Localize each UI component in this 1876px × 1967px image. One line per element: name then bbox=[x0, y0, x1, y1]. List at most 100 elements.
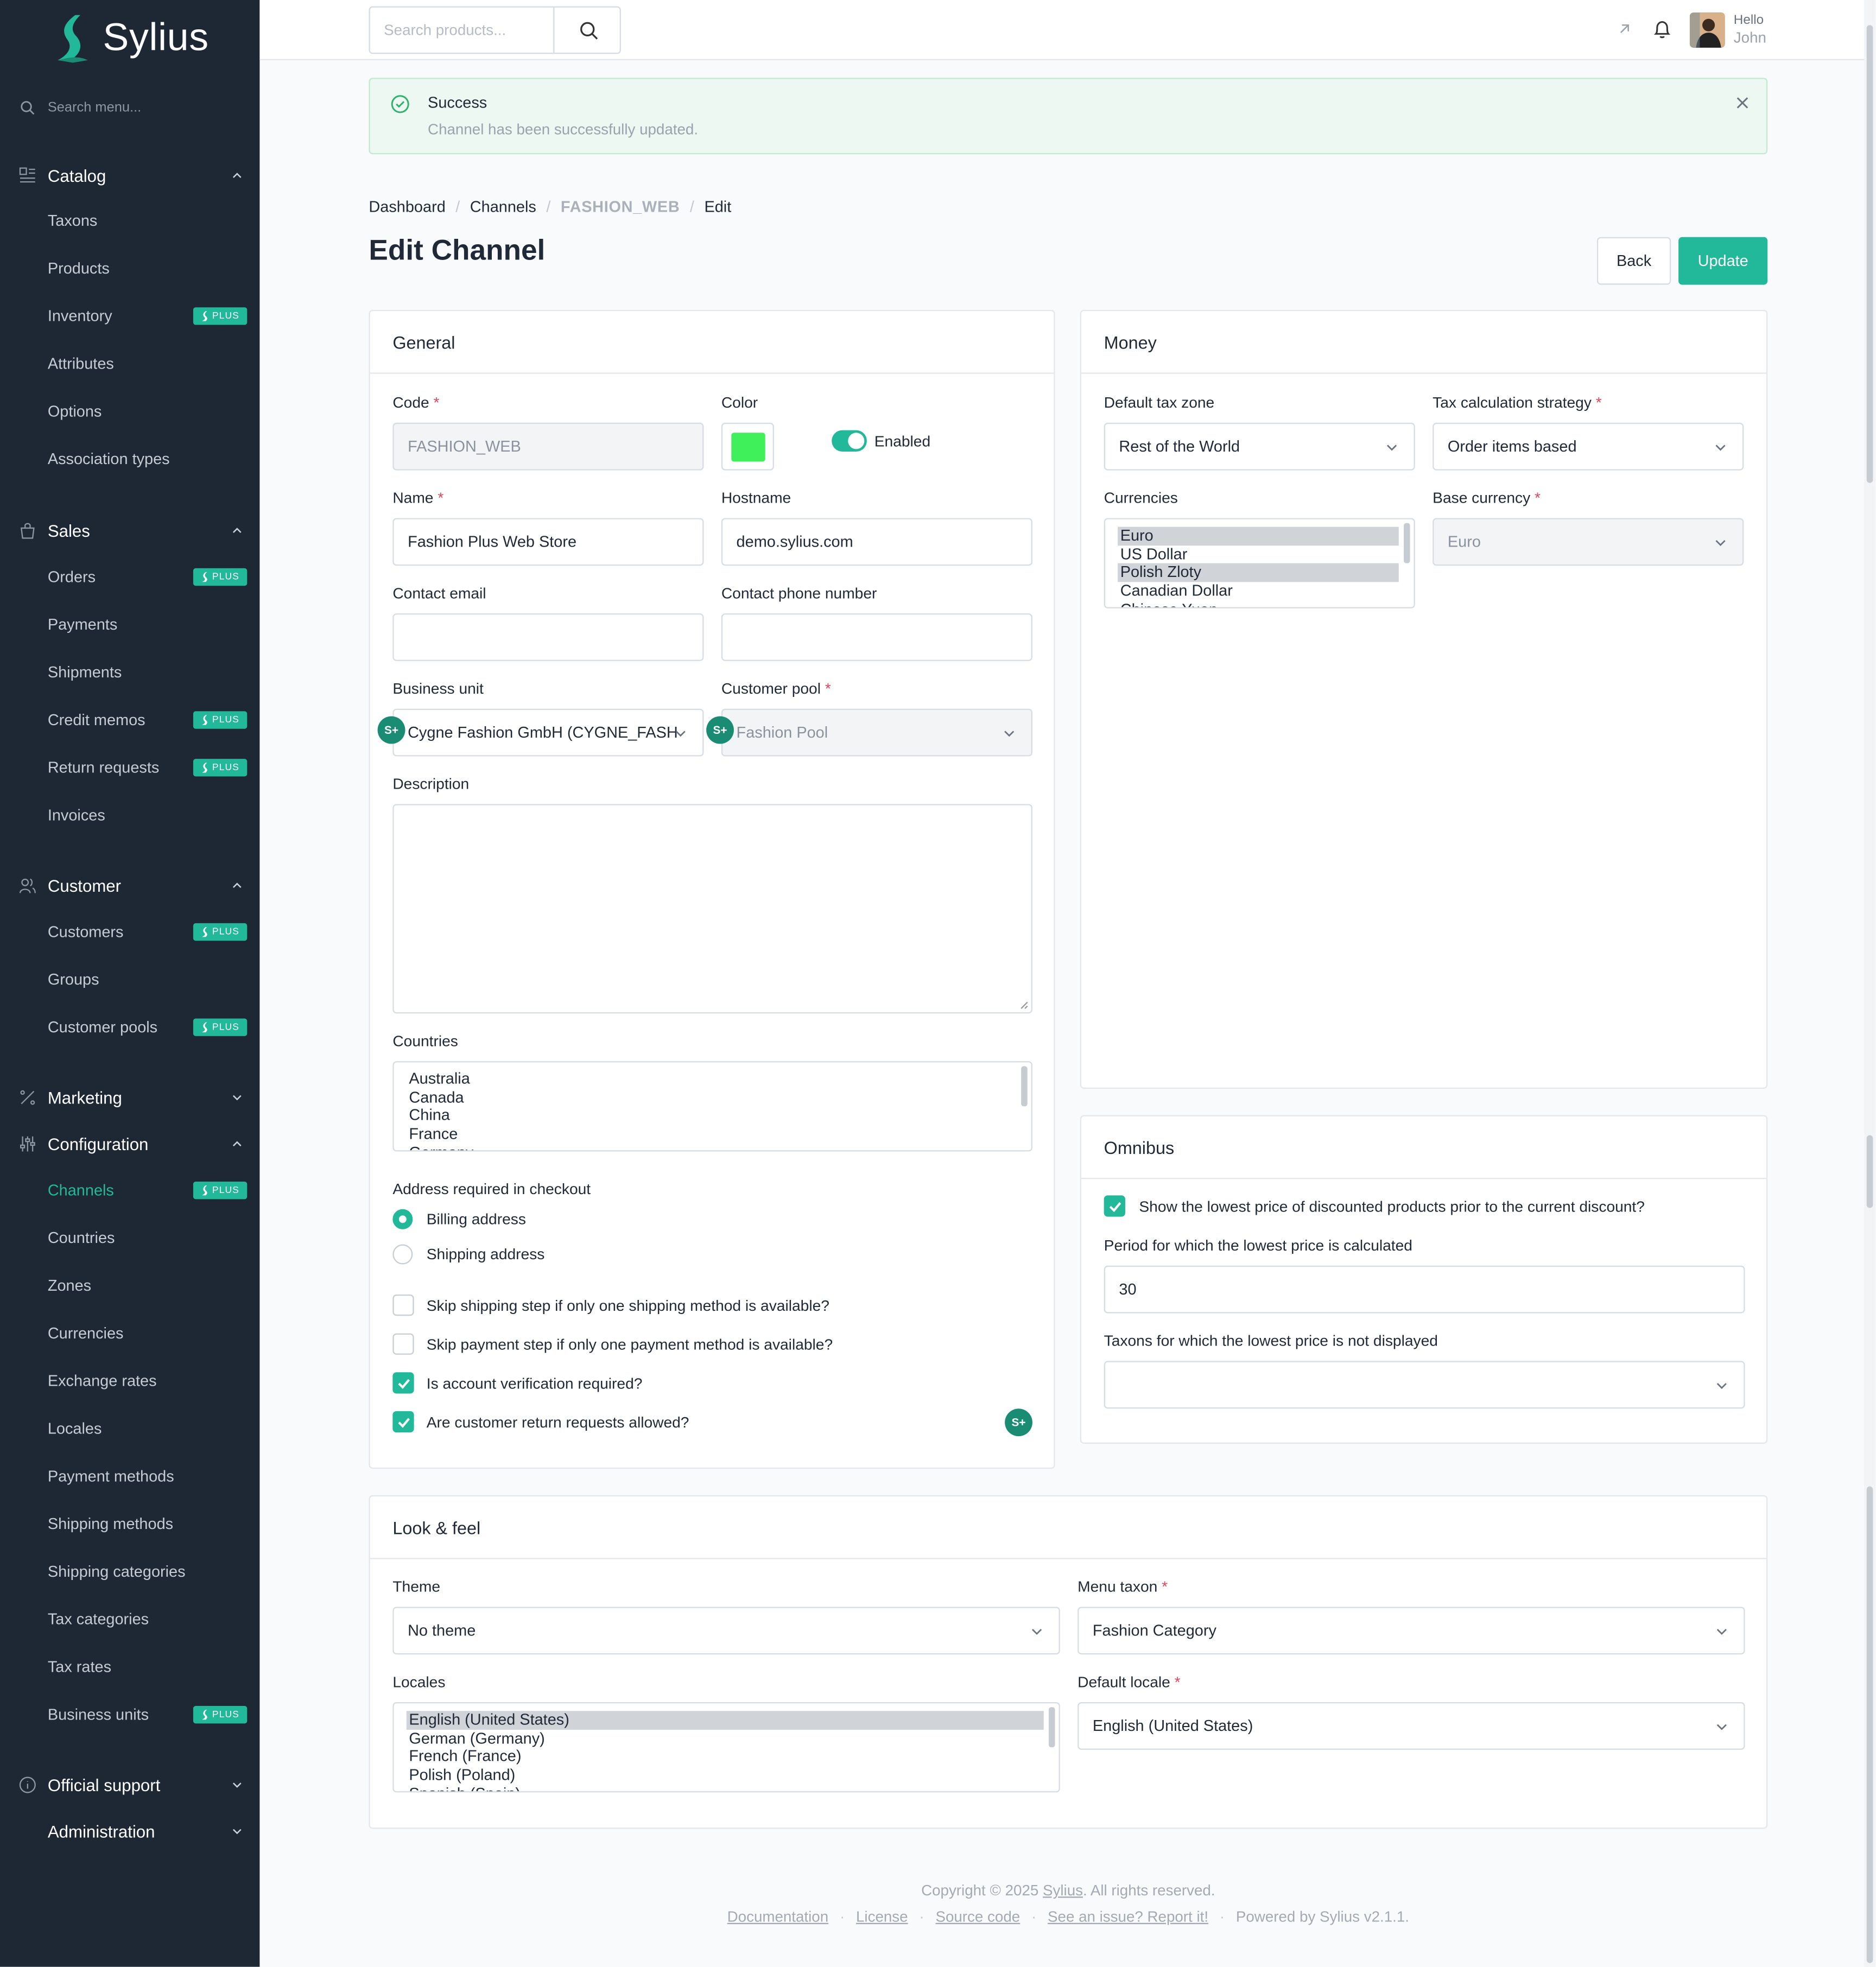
sidebar-item-exchange-rates[interactable]: Exchange rates bbox=[48, 1368, 249, 1393]
locales-listbox[interactable]: English (United States) German (Germany) F… bbox=[392, 1702, 1060, 1793]
listbox-scrollbar[interactable] bbox=[1021, 1066, 1028, 1107]
billing-address-radio[interactable] bbox=[392, 1209, 413, 1229]
countries-listbox[interactable]: AustraliaCanadaChinaFranceGermany bbox=[392, 1061, 1032, 1152]
scroll-thumb[interactable] bbox=[1866, 25, 1873, 483]
sidebar-item-shipping-categories[interactable]: Shipping categories bbox=[48, 1559, 249, 1584]
sidebar-item-credit-memos[interactable]: Credit memos PLUS bbox=[48, 707, 249, 732]
update-button[interactable]: Update bbox=[1678, 237, 1768, 285]
sidebar-item-products[interactable]: Products bbox=[48, 256, 249, 281]
locale-option[interactable]: English (United States) bbox=[406, 1711, 1044, 1730]
sidebar-item-customer-pools[interactable]: Customer pools PLUS bbox=[48, 1015, 249, 1040]
external-link-icon[interactable] bbox=[1617, 21, 1632, 36]
bell-icon[interactable] bbox=[1652, 19, 1672, 40]
sidebar-item-return-requests[interactable]: Return requests PLUS bbox=[48, 755, 249, 780]
business-unit-select[interactable]: Cygne Fashion GmbH (CYGNE_FASH bbox=[392, 708, 704, 757]
currency-option[interactable]: Canadian Dollar bbox=[1105, 582, 1399, 600]
sidebar-section-customer[interactable]: Customer bbox=[0, 870, 259, 902]
country-option[interactable]: Germany bbox=[394, 1144, 1016, 1150]
sidebar-item-payments[interactable]: Payments bbox=[48, 612, 249, 637]
checkbox[interactable] bbox=[392, 1372, 414, 1394]
sidebar-item-attributes[interactable]: Attributes bbox=[48, 351, 249, 376]
currency-option[interactable]: US Dollar bbox=[1105, 545, 1399, 564]
locale-option[interactable]: French (France) bbox=[394, 1748, 1044, 1766]
tax-strategy-select[interactable]: Order items based bbox=[1433, 422, 1744, 471]
currencies-listbox[interactable]: Euro US Dollar Polish Zloty Canadian Dollar… bbox=[1104, 518, 1415, 608]
locale-option[interactable]: Polish (Poland) bbox=[394, 1766, 1044, 1785]
menu-taxon-select[interactable]: Fashion Category bbox=[1078, 1607, 1745, 1655]
checkbox[interactable] bbox=[392, 1411, 414, 1433]
back-button[interactable]: Back bbox=[1596, 237, 1671, 285]
checkbox[interactable] bbox=[392, 1333, 414, 1355]
source-code-link[interactable]: Source code bbox=[935, 1908, 1020, 1925]
sidebar-item-countries[interactable]: Countries bbox=[48, 1226, 249, 1251]
country-option[interactable]: France bbox=[394, 1125, 1016, 1144]
sylius-logo[interactable]: Sylius bbox=[50, 12, 208, 63]
theme-select[interactable]: No theme bbox=[392, 1607, 1060, 1655]
customer-pool-select[interactable]: Fashion Pool bbox=[721, 708, 1032, 757]
show-lowest-price-checkbox[interactable] bbox=[1104, 1195, 1125, 1217]
hostname-field[interactable]: demo.sylius.com bbox=[721, 518, 1032, 566]
sidebar-item-tax-rates[interactable]: Tax rates bbox=[48, 1654, 249, 1679]
enabled-toggle[interactable] bbox=[832, 430, 867, 452]
currency-option[interactable]: Polish Zloty bbox=[1118, 563, 1399, 582]
scroll-thumb[interactable] bbox=[1866, 1135, 1873, 1208]
sidebar-item-shipments[interactable]: Shipments bbox=[48, 660, 249, 685]
base-currency-select[interactable]: Euro bbox=[1433, 518, 1744, 566]
breadcrumb-dashboard[interactable]: Dashboard bbox=[369, 198, 445, 215]
locale-option[interactable]: German (Germany) bbox=[394, 1729, 1044, 1748]
breadcrumb-channels[interactable]: Channels bbox=[470, 198, 536, 215]
country-option[interactable]: China bbox=[394, 1107, 1016, 1125]
sylius-link[interactable]: Sylius bbox=[1043, 1882, 1083, 1899]
locale-option[interactable]: Spanish (Spain) bbox=[394, 1785, 1044, 1791]
sidebar-item-inventory[interactable]: Inventory PLUS bbox=[48, 303, 249, 328]
sidebar-item-groups[interactable]: Groups bbox=[48, 967, 249, 992]
sidebar-section-catalog[interactable]: Catalog bbox=[0, 159, 259, 192]
currency-option[interactable]: Chinese Yuan bbox=[1105, 600, 1399, 607]
sidebar-item-currencies[interactable]: Currencies bbox=[48, 1321, 249, 1346]
sidebar-section-sales[interactable]: Sales bbox=[0, 515, 259, 547]
default-locale-select[interactable]: English (United States) bbox=[1078, 1702, 1745, 1750]
shipping-address-radio[interactable] bbox=[392, 1244, 413, 1265]
user-greeting[interactable]: Hello John bbox=[1734, 11, 1766, 46]
period-field[interactable]: 30 bbox=[1104, 1265, 1745, 1314]
contact-email-field[interactable] bbox=[392, 613, 704, 661]
listbox-scrollbar[interactable] bbox=[1404, 523, 1410, 563]
sidebar-item-association-types[interactable]: Association types bbox=[48, 447, 249, 472]
search-button[interactable] bbox=[556, 8, 621, 53]
sidebar-item-invoices[interactable]: Invoices bbox=[48, 803, 249, 828]
country-option[interactable]: Australia bbox=[394, 1070, 1016, 1088]
license-link[interactable]: License bbox=[856, 1908, 908, 1925]
page-scrollbar[interactable] bbox=[1864, 0, 1875, 1967]
code-field[interactable]: FASHION_WEB bbox=[392, 422, 704, 471]
sidebar-item-zones[interactable]: Zones bbox=[48, 1273, 249, 1298]
name-field[interactable]: Fashion Plus Web Store bbox=[392, 518, 704, 566]
report-issue-link[interactable]: See an issue? Report it! bbox=[1048, 1908, 1208, 1925]
sidebar-item-shipping-methods[interactable]: Shipping methods bbox=[48, 1512, 249, 1537]
sidebar-item-payment-methods[interactable]: Payment methods bbox=[48, 1464, 249, 1489]
sidebar-item-taxons[interactable]: Taxons bbox=[48, 208, 249, 233]
sidebar-section-marketing[interactable]: Marketing bbox=[0, 1081, 259, 1114]
sidebar-section-administration[interactable]: Administration bbox=[0, 1815, 259, 1848]
scroll-thumb[interactable] bbox=[1866, 1486, 1873, 1963]
listbox-scrollbar[interactable] bbox=[1048, 1707, 1055, 1748]
sidebar-item-locales[interactable]: Locales bbox=[48, 1416, 249, 1441]
currency-option[interactable]: Euro bbox=[1118, 526, 1399, 545]
avatar[interactable] bbox=[1689, 12, 1725, 48]
excluded-taxons-select[interactable] bbox=[1104, 1361, 1745, 1409]
product-search-input[interactable] bbox=[370, 7, 555, 53]
contact-phone-field[interactable] bbox=[721, 613, 1032, 661]
sidebar-item-orders[interactable]: Orders PLUS bbox=[48, 564, 249, 589]
country-option[interactable]: Canada bbox=[394, 1088, 1016, 1107]
sidebar-item-business-units[interactable]: Business units PLUS bbox=[48, 1702, 249, 1727]
documentation-link[interactable]: Documentation bbox=[727, 1908, 829, 1925]
close-icon[interactable] bbox=[1735, 96, 1750, 111]
sidebar-item-customers[interactable]: Customers PLUS bbox=[48, 919, 249, 944]
sidebar-search[interactable]: Search menu... bbox=[20, 100, 141, 116]
color-picker[interactable] bbox=[721, 422, 774, 471]
resize-handle-icon[interactable] bbox=[1020, 1001, 1029, 1010]
sidebar-item-tax-categories[interactable]: Tax categories bbox=[48, 1607, 249, 1632]
sidebar-section-official-support[interactable]: Official support bbox=[0, 1769, 259, 1801]
default-tax-zone-select[interactable]: Rest of the World bbox=[1104, 422, 1415, 471]
sidebar-item-options[interactable]: Options bbox=[48, 399, 249, 424]
checkbox[interactable] bbox=[392, 1294, 414, 1316]
